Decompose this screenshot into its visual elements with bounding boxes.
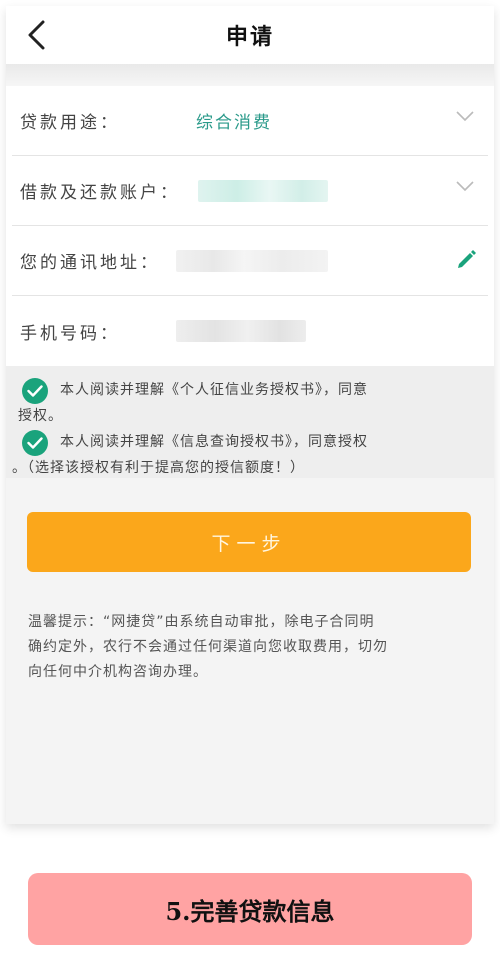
- address-row[interactable]: 您的通讯地址：: [12, 226, 488, 296]
- chevron-left-icon: [28, 20, 45, 50]
- agreement-section: 本人阅读并理解《个人征信业务授权书》，同意 授权。 本人阅读并理解《信息查询授权…: [6, 366, 494, 478]
- loan-purpose-value[interactable]: 综合消费: [196, 108, 272, 133]
- app-screen: 申请 贷款用途： 综合消费 借款及还款账户： 您的通讯地址： 手机号码： 本人阅…: [6, 6, 494, 824]
- loan-purpose-row[interactable]: 贷款用途： 综合消费: [12, 86, 488, 156]
- phone-value-redacted[interactable]: [176, 320, 306, 342]
- pencil-icon[interactable]: [456, 248, 478, 270]
- check-circle-icon[interactable]: [22, 378, 48, 404]
- account-label: 借款及还款账户：: [20, 183, 180, 203]
- check-circle-icon[interactable]: [22, 430, 48, 456]
- warm-tip-line: 向任何中介机构咨询办理。: [28, 664, 208, 680]
- loan-form: 贷款用途： 综合消费 借款及还款账户： 您的通讯地址： 手机号码：: [6, 86, 494, 366]
- phone-label: 手机号码：: [20, 323, 120, 344]
- address-value-redacted[interactable]: [176, 250, 328, 272]
- info-query-agreement-text[interactable]: 本人阅读并理解《信息查询授权书》，同意授权: [60, 430, 368, 455]
- phone-row[interactable]: 手机号码：: [12, 296, 488, 366]
- warm-tip-line: 温馨提示：“网捷贷”由系统自动审批，除电子合同明: [28, 614, 375, 630]
- account-value-redacted[interactable]: [198, 180, 328, 202]
- page-title: 申请: [225, 25, 274, 50]
- back-button[interactable]: [20, 18, 54, 52]
- chevron-down-icon[interactable]: [456, 110, 474, 122]
- step-caption-banner: 5.完善贷款信息: [28, 873, 472, 945]
- top-bar: 申请: [6, 6, 494, 64]
- loan-purpose-label: 贷款用途：: [20, 113, 120, 133]
- info-query-agreement-text-cont: 。（选择该授权有利于提高您的授信额度！）: [12, 460, 305, 476]
- credit-report-agreement-text-cont: 授权。: [18, 408, 63, 424]
- warm-tip: 温馨提示：“网捷贷”由系统自动审批，除电子合同明 确约定外，农行不会通过任何渠道…: [28, 610, 478, 685]
- credit-report-agreement-text[interactable]: 本人阅读并理解《个人征信业务授权书》，同意: [60, 378, 368, 403]
- warm-tip-line: 确约定外，农行不会通过任何渠道向您收取费用，切勿: [28, 639, 388, 655]
- address-label: 您的通讯地址：: [20, 253, 160, 273]
- account-row[interactable]: 借款及还款账户：: [12, 156, 488, 226]
- header-divider: [6, 64, 494, 86]
- chevron-down-icon[interactable]: [456, 180, 474, 192]
- next-step-button[interactable]: 下一步: [27, 512, 471, 572]
